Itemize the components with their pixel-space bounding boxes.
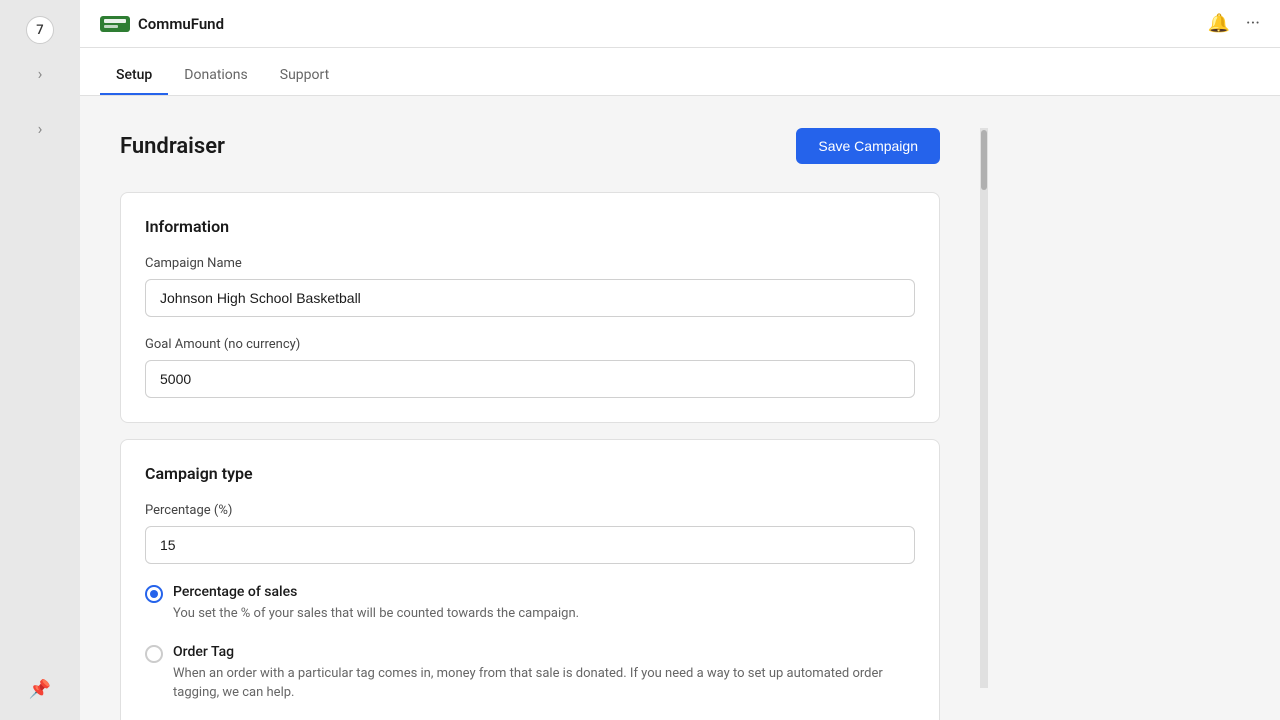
campaign-type-card: Campaign type Percentage (%) Percentage …: [120, 439, 940, 720]
app-name: CommuFund: [138, 15, 224, 33]
radio-percentage-desc: You set the % of your sales that will be…: [173, 604, 915, 624]
page-header: Fundraiser Save Campaign: [120, 128, 940, 164]
radio-order-tag-circle: [145, 645, 163, 663]
radio-percentage-of-sales[interactable]: Percentage of sales You set the % of you…: [145, 584, 915, 624]
notification-icon[interactable]: 🔔: [1207, 13, 1229, 34]
topbar: CommuFund 🔔 ···: [80, 0, 1280, 48]
tab-donations[interactable]: Donations: [168, 55, 263, 95]
form-area: Fundraiser Save Campaign Information Cam…: [120, 128, 940, 688]
percentage-group: Percentage (%): [145, 503, 915, 564]
campaign-name-input[interactable]: [145, 279, 915, 317]
campaign-name-group: Campaign Name: [145, 256, 915, 317]
topbar-actions: 🔔 ···: [1207, 13, 1260, 34]
radio-percentage-label: Percentage of sales: [173, 584, 915, 600]
sidebar: 7 › › 📌: [0, 0, 80, 720]
sidebar-badge: 7: [26, 16, 54, 44]
campaign-name-label: Campaign Name: [145, 256, 915, 271]
percentage-label: Percentage (%): [145, 503, 915, 518]
radio-percentage-circle: [145, 585, 163, 603]
radio-order-tag-text: Order Tag When an order with a particula…: [173, 644, 915, 703]
tab-navigation: Setup Donations Support: [80, 48, 1280, 96]
radio-percentage-text: Percentage of sales You set the % of you…: [173, 584, 915, 624]
goal-amount-label: Goal Amount (no currency): [145, 337, 915, 352]
campaign-type-card-title: Campaign type: [145, 464, 915, 483]
tab-setup[interactable]: Setup: [100, 55, 168, 95]
scrollbar[interactable]: [980, 128, 988, 688]
percentage-input[interactable]: [145, 526, 915, 564]
scrollbar-thumb[interactable]: [981, 130, 987, 190]
radio-order-tag-desc: When an order with a particular tag come…: [173, 664, 915, 703]
information-card: Information Campaign Name Goal Amount (n…: [120, 192, 940, 423]
goal-amount-input[interactable]: [145, 360, 915, 398]
logo-area: CommuFund: [100, 12, 224, 36]
sidebar-pin-icon[interactable]: 📌: [29, 679, 51, 700]
information-card-title: Information: [145, 217, 915, 236]
sidebar-chevron-bottom[interactable]: ›: [30, 111, 51, 146]
sidebar-chevron-top[interactable]: ›: [30, 56, 51, 91]
goal-amount-group: Goal Amount (no currency): [145, 337, 915, 398]
page-body: Fundraiser Save Campaign Information Cam…: [80, 96, 1280, 720]
logo-icon: [100, 12, 130, 36]
tab-support[interactable]: Support: [264, 55, 345, 95]
save-campaign-button[interactable]: Save Campaign: [796, 128, 940, 164]
page-title: Fundraiser: [120, 134, 225, 159]
more-options-icon[interactable]: ···: [1246, 13, 1260, 34]
radio-order-tag-label: Order Tag: [173, 644, 915, 660]
main-content: CommuFund 🔔 ··· Setup Donations Support …: [80, 0, 1280, 720]
radio-order-tag[interactable]: Order Tag When an order with a particula…: [145, 644, 915, 703]
